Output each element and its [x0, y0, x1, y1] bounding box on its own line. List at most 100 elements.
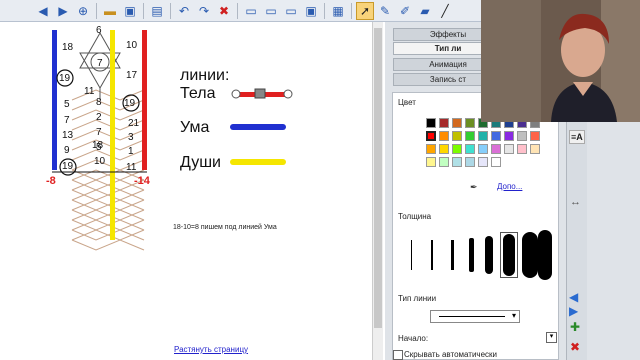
- diagram-number: 13: [62, 130, 74, 141]
- body-line-vertical: [142, 30, 147, 170]
- scrollbar-thumb[interactable]: [374, 28, 382, 328]
- forward-page-icon[interactable]: ▶: [569, 304, 578, 318]
- line-type-dropdown[interactable]: ▾: [430, 310, 520, 323]
- color-swatch[interactable]: [439, 144, 449, 154]
- line-type-section-title: Тип линии: [398, 294, 437, 303]
- mind-label: Ума: [180, 119, 210, 136]
- start-label: Начало:: [398, 334, 429, 343]
- diagram-number: 17: [126, 70, 138, 81]
- color-swatch[interactable]: [426, 118, 436, 128]
- diagram-number: 2: [96, 112, 102, 123]
- diagram-number: 19: [62, 161, 74, 172]
- creative-pen-icon[interactable]: ✐: [396, 2, 414, 20]
- diagram-number: 9: [64, 145, 70, 156]
- diagram-number: 7: [97, 58, 103, 69]
- diagram-number: 11: [84, 86, 95, 97]
- chevron-down-icon: ▾: [511, 311, 516, 320]
- thickness-option-2[interactable]: [431, 240, 433, 270]
- color-swatch[interactable]: [478, 157, 488, 167]
- color-swatch[interactable]: [530, 131, 540, 141]
- resize-arrows-icon[interactable]: ↔: [570, 196, 581, 208]
- diagram-number: 18: [92, 140, 104, 151]
- color-swatch[interactable]: [426, 157, 436, 167]
- diagram-number: 19: [59, 73, 71, 84]
- eyedropper-icon[interactable]: ✒: [470, 182, 478, 193]
- diagram-number: 18: [62, 42, 74, 53]
- diagram-number: 1: [128, 146, 134, 157]
- color-swatch[interactable]: [465, 131, 475, 141]
- diagram-number: 19: [124, 98, 136, 109]
- canvas-scrollbar[interactable]: [372, 22, 383, 360]
- diagram-number: 10: [94, 156, 106, 167]
- thickness-section-title: Толщина: [398, 212, 432, 221]
- thickness-option-6[interactable]: [503, 234, 515, 276]
- thickness-option-5[interactable]: [485, 236, 493, 274]
- solid-line-preview: [439, 316, 505, 317]
- line-menu-button: [254, 88, 266, 99]
- color-swatch[interactable]: [465, 144, 475, 154]
- diagram-number: 7: [64, 115, 70, 126]
- soul-line-vertical: [110, 30, 115, 240]
- color-swatch[interactable]: [517, 144, 527, 154]
- thickness-option-4[interactable]: [469, 238, 474, 272]
- diagram-number: 21: [128, 118, 140, 129]
- diagram-number: 6: [96, 25, 102, 36]
- autohide-checkbox[interactable]: [393, 350, 403, 360]
- eraser-icon[interactable]: ▰: [416, 2, 434, 20]
- color-swatch[interactable]: [452, 144, 462, 154]
- diagram-number: 11: [126, 162, 137, 173]
- diagram-number: 3: [128, 132, 134, 143]
- diagram-number: 5: [64, 99, 70, 110]
- color-swatch[interactable]: [491, 131, 501, 141]
- add-icon[interactable]: ✚: [570, 320, 580, 334]
- color-swatch[interactable]: [439, 157, 449, 167]
- diagram-number: 8: [96, 97, 102, 108]
- color-swatch[interactable]: [504, 144, 514, 154]
- color-swatch[interactable]: [439, 131, 449, 141]
- start-dropdown[interactable]: ▾: [546, 332, 557, 343]
- color-swatch[interactable]: [491, 157, 501, 167]
- line-handle-right: [283, 89, 293, 99]
- close-icon[interactable]: ✖: [570, 340, 580, 354]
- diagram-number: 10: [126, 40, 138, 51]
- thickness-option-1[interactable]: [411, 240, 412, 270]
- color-swatch[interactable]: [517, 131, 527, 141]
- left-total: -8: [46, 175, 56, 187]
- more-colors-link[interactable]: Допо...: [497, 182, 522, 191]
- diagram-number: 7: [96, 127, 102, 138]
- line-handle-left: [231, 89, 241, 99]
- color-swatch[interactable]: [452, 131, 462, 141]
- thickness-option-3[interactable]: [451, 240, 454, 270]
- color-swatch[interactable]: [465, 157, 475, 167]
- color-swatch[interactable]: [478, 131, 488, 141]
- color-swatch[interactable]: [465, 118, 475, 128]
- right-total: -14: [134, 175, 150, 187]
- calculation-note: 18-10=8 пишем под линией Ума: [173, 224, 277, 231]
- webcam-video: [481, 0, 640, 122]
- mind-line-vertical: [52, 30, 57, 170]
- soul-legend-line: [230, 159, 286, 165]
- color-swatch[interactable]: [491, 144, 501, 154]
- color-swatch[interactable]: [530, 144, 540, 154]
- color-swatch[interactable]: [452, 157, 462, 167]
- thickness-option-7[interactable]: [522, 232, 538, 278]
- presenter-image: [481, 0, 640, 122]
- extend-page-link[interactable]: Растянуть страницу: [174, 345, 248, 354]
- thickness-option-8[interactable]: [538, 230, 552, 280]
- color-swatch[interactable]: [426, 144, 436, 154]
- color-section-title: Цвет: [398, 98, 416, 107]
- body-label: Тела: [180, 85, 216, 102]
- color-swatch[interactable]: [504, 131, 514, 141]
- color-swatch[interactable]: [426, 131, 436, 141]
- color-swatch[interactable]: [452, 118, 462, 128]
- mind-legend-line: [230, 124, 286, 130]
- matrix-diagram[interactable]: [0, 0, 383, 360]
- autohide-label: Скрывать автоматически: [404, 350, 498, 359]
- color-swatch[interactable]: [478, 144, 488, 154]
- back-page-icon[interactable]: ◀: [569, 290, 578, 304]
- color-swatch[interactable]: [439, 118, 449, 128]
- properties-icon[interactable]: ≡A: [569, 130, 585, 144]
- lines-title: линии:: [180, 67, 230, 84]
- line-tool-icon[interactable]: ╱: [436, 2, 454, 20]
- soul-label: Души: [180, 154, 221, 171]
